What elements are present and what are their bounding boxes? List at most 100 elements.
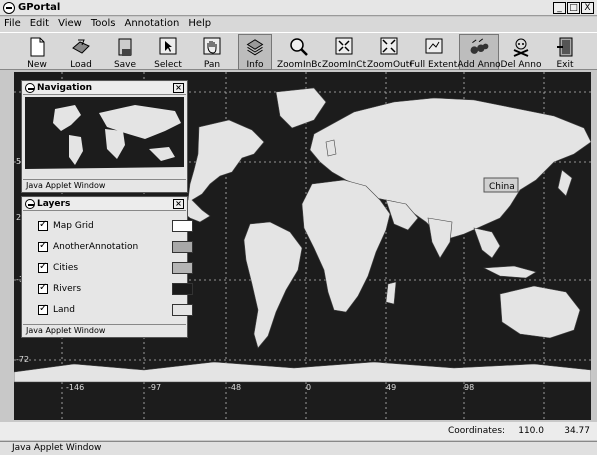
load-label: Load [70,60,92,70]
window-controls: _ □ X [553,2,594,14]
select-label: Select [154,60,182,70]
layer-color-swatch[interactable] [172,241,193,253]
zoom-in-box-label: ZoomInBox [277,60,321,70]
select-arrow-icon [159,37,177,55]
app-icon [3,1,15,14]
annotation-china-label: China [489,182,515,192]
menu-edit[interactable]: Edit [26,17,54,32]
menu-view[interactable]: View [54,17,87,32]
layer-label: Rivers [53,284,82,294]
minimize-button[interactable]: _ [553,2,566,14]
applet-status-bar: Java Applet Window [0,441,597,455]
title-bar: GPortal _ □ X [0,0,597,16]
menu-annotation[interactable]: Annotation [120,17,184,32]
layer-checkbox[interactable] [38,219,48,231]
navigation-panel: Navigation × Java Applet Window [21,80,188,193]
coordinates-label: Coordinates: [448,426,506,436]
layers-close-button[interactable]: × [173,199,184,209]
layer-row-cities[interactable]: Cities [38,261,78,275]
layer-row-another-annotation[interactable]: AnotherAnnotation [38,240,138,254]
uk [325,139,337,157]
info-label: Info [246,59,264,69]
layer-checkbox[interactable] [38,282,48,294]
lon-label: -48 [228,383,241,392]
menu-help[interactable]: Help [184,17,216,32]
full-extent-icon [425,38,442,54]
zoom-in-center-label: ZoomInCtr [322,60,366,70]
save-icon [118,38,132,56]
zoom-out-center-icon [380,37,398,55]
layer-label: Map Grid [53,221,94,231]
delete-annotation-label: Del Anno [500,60,542,70]
layer-color-swatch[interactable] [172,283,193,295]
zoom-in-box-icon [290,38,308,56]
select-button[interactable]: Select [150,34,186,70]
layer-label: Land [53,305,75,315]
layer-checkbox[interactable] [38,303,48,315]
zoom-in-box-button[interactable]: ZoomInBox [277,34,321,70]
save-button[interactable]: Save [108,34,142,70]
coordinate-x: 110.0 [518,426,544,436]
navigation-titlebar[interactable]: Navigation × [23,82,186,95]
coordinate-y: 34.77 [564,426,590,436]
zoom-out-center-label: ZoomOutCtr [367,60,411,70]
new-label: New [27,60,47,70]
layer-label: AnotherAnnotation [53,242,139,252]
layers-titlebar[interactable]: Layers × [23,198,186,211]
navigation-footer: Java Applet Window [23,179,186,191]
full-extent-button[interactable]: Full Extent [409,34,458,70]
layers-title: Layers [37,199,71,209]
menu-bar: File Edit View Tools Annotation Help [0,17,597,32]
layer-checkbox[interactable] [38,240,48,252]
app-icon [25,83,35,93]
zoom-in-center-button[interactable]: ZoomInCtr [322,34,366,70]
layer-row-map-grid[interactable]: Map Grid [38,219,94,233]
full-extent-label: Full Extent [409,60,458,70]
delete-annotation-icon [513,38,529,57]
add-annotation-icon [470,38,489,54]
layer-checkbox[interactable] [38,261,48,273]
load-icon [72,39,90,54]
layer-row-rivers[interactable]: Rivers [38,282,81,296]
close-button[interactable]: X [581,2,594,14]
coordinates-bar: Coordinates: 110.0 34.77 [0,422,597,440]
pan-button[interactable]: Pan [195,34,229,70]
lon-label: -97 [148,383,161,392]
lon-label: 98 [464,383,474,392]
navigation-title: Navigation [37,83,93,93]
maximize-button[interactable]: □ [567,2,580,14]
layer-color-swatch[interactable] [172,304,193,316]
lon-label: 0 [306,383,311,392]
delete-annotation-button[interactable]: Del Anno [500,34,542,70]
lat-label: -72 [16,355,29,364]
layer-color-swatch[interactable] [172,262,193,274]
pan-label: Pan [203,60,221,70]
save-label: Save [113,60,137,70]
layer-color-swatch[interactable] [172,220,193,232]
add-annotation-button[interactable]: Add Anno [457,34,501,70]
menu-tools[interactable]: Tools [87,17,121,32]
layer-row-land[interactable]: Land [38,303,75,317]
menu-file[interactable]: File [0,17,26,32]
app-icon [25,199,35,209]
exit-button[interactable]: Exit [548,34,582,70]
navigation-close-button[interactable]: × [173,83,184,93]
window-title: GPortal [18,2,61,13]
toolbar: New Load Save Select Pan Info ZoomInBo Z… [0,32,597,70]
layers-panel: Layers × Map Grid AnotherAnnotation Citi… [21,196,193,338]
exit-door-icon [557,37,573,57]
lon-label: 49 [386,383,396,392]
new-document-icon [30,37,45,57]
layers-footer: Java Applet Window [23,324,186,336]
info-button[interactable]: Info [238,34,272,70]
zoom-in-center-icon [335,37,353,55]
new-button[interactable]: New [20,34,54,70]
load-button[interactable]: Load [64,34,98,70]
navigation-overview-map[interactable] [25,97,184,177]
exit-label: Exit [556,60,574,70]
hand-pan-icon [203,37,221,55]
info-icon [246,39,264,56]
lon-label: -146 [66,383,84,392]
layer-label: Cities [53,263,79,273]
zoom-out-center-button[interactable]: ZoomOutCtr [367,34,411,70]
